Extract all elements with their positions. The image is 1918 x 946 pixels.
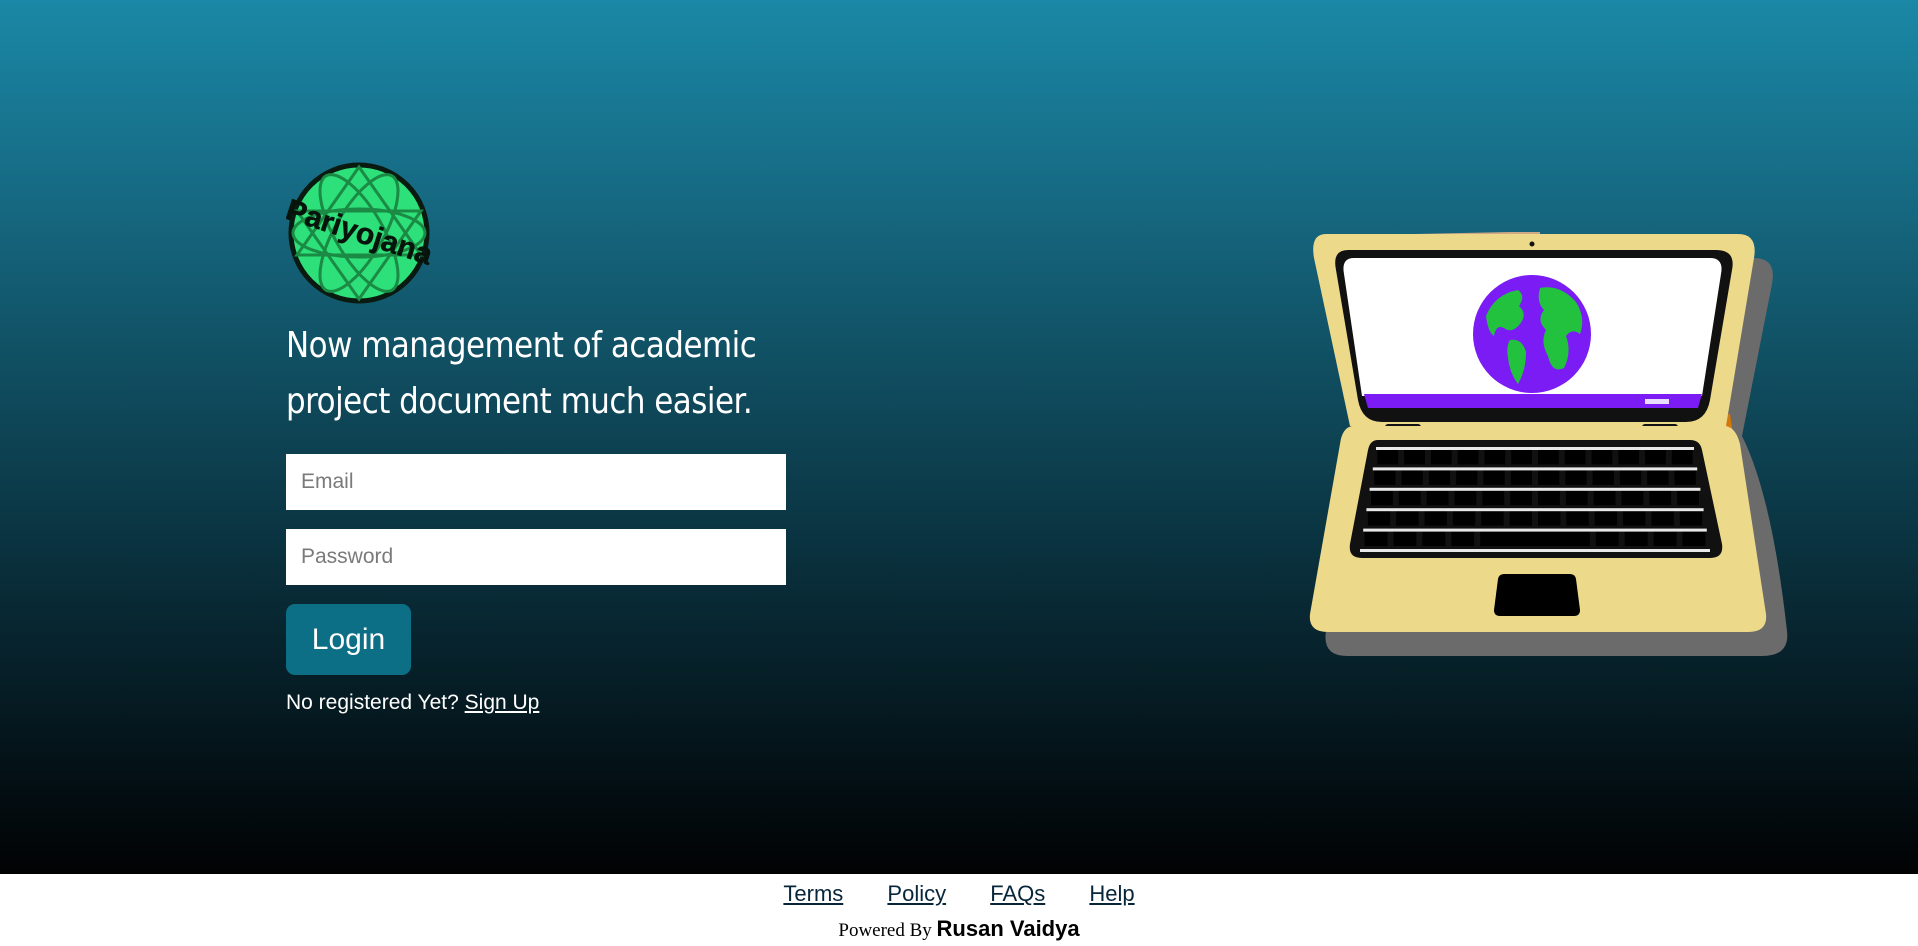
footer-nav: Terms Policy FAQs Help [0, 878, 1918, 910]
author-name: Rusan Vaidya [936, 916, 1080, 941]
hero-section: Pariyojana Now management of academic pr… [0, 0, 1918, 874]
laptop-globe-icon [1309, 232, 1788, 656]
footer-link-policy[interactable]: Policy [887, 881, 946, 906]
login-button[interactable]: Login [286, 604, 411, 675]
page-tagline: Now management of academic project docum… [286, 325, 757, 422]
footer-link-faqs[interactable]: FAQs [990, 881, 1045, 906]
pariyojana-logo: Pariyojana [286, 162, 432, 304]
signup-prompt-line: No registered Yet? Sign Up [286, 688, 539, 718]
footer-link-help[interactable]: Help [1089, 881, 1134, 906]
footer-link-terms[interactable]: Terms [783, 881, 843, 906]
powered-by: Powered By Rusan Vaidya [0, 914, 1918, 946]
email-field[interactable] [286, 454, 786, 510]
signup-prompt-text: No registered Yet? [286, 691, 459, 714]
footer: Terms Policy FAQs Help Powered By Rusan … [0, 874, 1918, 946]
password-field[interactable] [286, 529, 786, 585]
signup-link[interactable]: Sign Up [465, 691, 540, 714]
powered-by-prefix: Powered By [838, 920, 932, 941]
